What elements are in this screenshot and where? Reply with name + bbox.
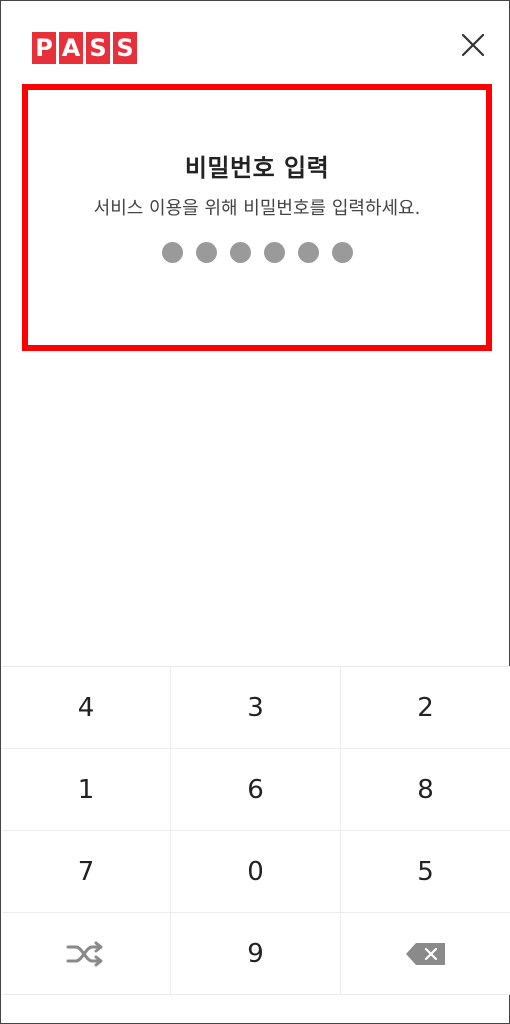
page-title: 비밀번호 입력 xyxy=(184,154,330,182)
key-7[interactable]: 7 xyxy=(2,831,171,913)
pin-dot xyxy=(195,242,217,263)
pin-dot xyxy=(297,242,319,263)
key-0[interactable]: 0 xyxy=(171,831,341,913)
logo-letter: A xyxy=(59,32,83,64)
backspace-icon xyxy=(405,942,445,965)
logo-letter: P xyxy=(32,32,56,64)
backspace-button[interactable] xyxy=(341,913,510,995)
pin-dot xyxy=(229,242,251,263)
prompt-subtitle: 서비스 이용을 위해 비밀번호를 입력하세요. xyxy=(93,198,421,219)
logo-letter: S xyxy=(113,32,137,64)
key-5[interactable]: 5 xyxy=(341,831,510,913)
password-prompt: 비밀번호 입력 서비스 이용을 위해 비밀번호를 입력하세요. xyxy=(22,84,492,351)
pass-logo: P A S S xyxy=(32,32,137,64)
key-6[interactable]: 6 xyxy=(171,749,341,831)
app-screen: P A S S 비밀번호 입력 서비스 이용을 위해 비밀번호를 입력하세요. … xyxy=(0,0,510,1024)
key-9[interactable]: 9 xyxy=(171,913,341,995)
shuffle-button[interactable] xyxy=(2,913,171,995)
shuffle-icon xyxy=(66,941,103,966)
close-icon xyxy=(461,33,485,57)
pin-dot xyxy=(331,242,353,263)
key-3[interactable]: 3 xyxy=(171,667,341,749)
key-4[interactable]: 4 xyxy=(2,667,171,749)
pin-dot xyxy=(161,242,183,263)
close-button[interactable] xyxy=(456,28,490,62)
pin-indicator xyxy=(28,242,486,263)
key-2[interactable]: 2 xyxy=(341,667,510,749)
pin-dot xyxy=(263,242,285,263)
number-keypad: 4 3 2 1 6 8 7 0 5 9 xyxy=(2,666,510,995)
logo-letter: S xyxy=(86,32,110,64)
key-8[interactable]: 8 xyxy=(341,749,510,831)
key-1[interactable]: 1 xyxy=(2,749,171,831)
